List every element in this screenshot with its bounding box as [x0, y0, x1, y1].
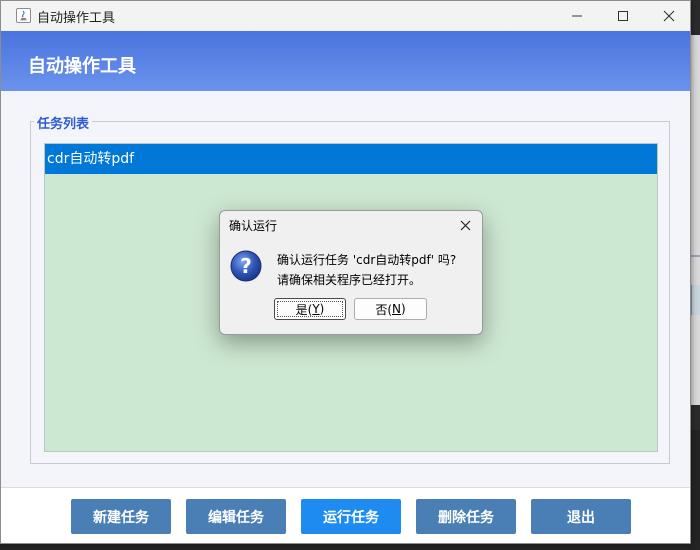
minimize-button[interactable]	[554, 1, 600, 31]
no-label: 否(	[375, 302, 392, 317]
minimize-icon	[572, 15, 582, 17]
task-list-group-title: 任务列表	[34, 113, 93, 132]
close-icon	[460, 220, 470, 230]
yes-suffix: )	[319, 302, 325, 316]
background-window-tab	[691, 285, 700, 315]
maximize-icon	[618, 11, 628, 21]
new-task-button[interactable]: 新建任务	[71, 499, 171, 534]
delete-task-button[interactable]: 删除任务	[416, 499, 516, 534]
question-icon: ?	[230, 250, 262, 282]
background-window-divider	[691, 255, 700, 257]
confirm-run-dialog: 确认运行 ? 确认运行任务 'cdr自动转pdf' 吗? 请确保相关程序已经打开…	[219, 210, 483, 335]
edit-task-button[interactable]: 编辑任务	[186, 499, 286, 534]
task-item-label: cdr自动转pdf	[47, 151, 135, 167]
svg-text:?: ?	[240, 254, 252, 278]
window-title: 自动操作工具	[37, 11, 116, 26]
close-button[interactable]	[646, 1, 690, 31]
dialog-title: 确认运行	[229, 219, 278, 233]
header-title: 自动操作工具	[28, 56, 136, 77]
java-app-icon	[16, 8, 31, 23]
run-task-button[interactable]: 运行任务	[301, 499, 401, 534]
maximize-button[interactable]	[600, 1, 646, 31]
no-suffix: )	[400, 302, 406, 316]
no-mnemonic: N	[392, 302, 401, 316]
title-bar[interactable]: 自动操作工具	[1, 1, 690, 32]
dialog-message-line1: 确认运行任务 'cdr自动转pdf' 吗?	[277, 253, 457, 267]
exit-button[interactable]: 退出	[531, 499, 631, 534]
yes-mnemonic: Y	[312, 302, 320, 316]
close-icon	[663, 10, 675, 22]
dialog-message-line2: 请确保相关程序已经打开。	[277, 273, 422, 287]
yes-button[interactable]: 是(Y)	[274, 298, 346, 320]
button-bar: 新建任务 编辑任务 运行任务 删除任务 退出	[1, 487, 690, 543]
list-item[interactable]: cdr自动转pdf	[45, 144, 657, 174]
dialog-close-button[interactable]	[456, 217, 474, 233]
yes-label: 是(	[295, 302, 313, 317]
background-window-edge	[691, 35, 700, 405]
no-button[interactable]: 否(N)	[354, 298, 427, 320]
app-header: 自动操作工具	[1, 31, 690, 91]
